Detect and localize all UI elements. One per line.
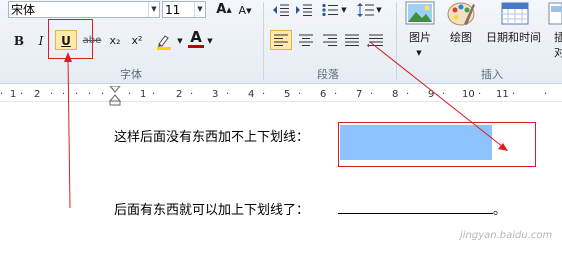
arrow-to-underline-button	[67, 57, 71, 209]
watermark: jingyan.baidu.com	[460, 230, 553, 241]
arrow-to-selection	[369, 41, 504, 148]
annotation-arrows	[64, 41, 508, 209]
arrowhead-up-icon	[64, 52, 72, 62]
